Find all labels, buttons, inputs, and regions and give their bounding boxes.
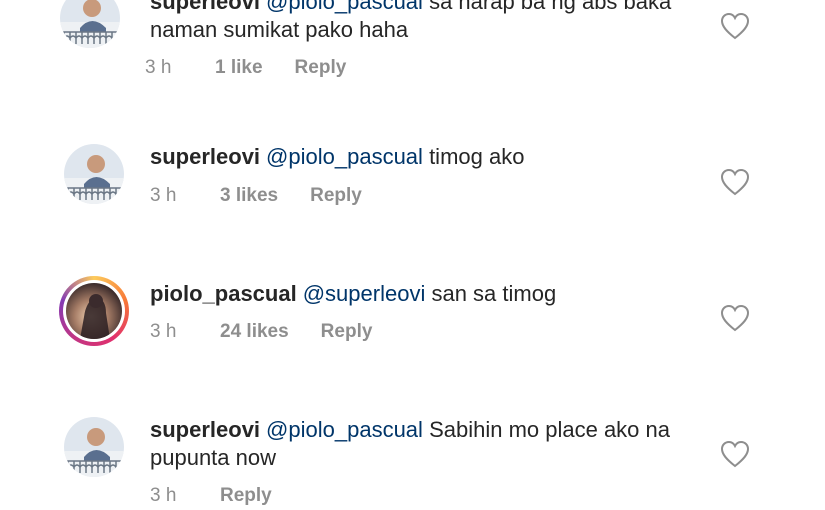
comment-meta: 3 h 3 likes Reply xyxy=(150,184,362,208)
comment-text: superleovi @piolo_pascual sa harap ba ng … xyxy=(150,0,710,44)
comment-text: superleovi @piolo_pascual Sabihin mo plac… xyxy=(150,416,710,472)
comment-time: 3 h xyxy=(150,485,177,506)
reply-button[interactable]: Reply xyxy=(310,184,362,208)
comment-mention[interactable]: @piolo_pascual xyxy=(266,144,423,169)
comment-username[interactable]: superleovi xyxy=(150,417,260,442)
comment-meta: 3 h Reply xyxy=(150,484,272,508)
comment-username[interactable]: piolo_pascual xyxy=(150,281,297,306)
avatar-story-ring[interactable] xyxy=(59,276,129,346)
comment-body: timog ako xyxy=(429,144,525,169)
comment-time: 3 h xyxy=(145,57,172,78)
user-photo-icon xyxy=(64,144,124,204)
reply-button[interactable]: Reply xyxy=(295,56,347,80)
comment-likes[interactable]: 24 likes xyxy=(220,320,289,344)
user-photo-icon xyxy=(66,283,122,339)
comment-username[interactable]: superleovi xyxy=(150,144,260,169)
comment-time: 3 h xyxy=(150,185,177,206)
comment-time: 3 h xyxy=(150,321,177,342)
comment-mention[interactable]: @superleovi xyxy=(303,281,426,306)
heart-outline-icon[interactable] xyxy=(720,304,750,332)
comment-meta: 3 h 24 likes Reply xyxy=(150,320,372,344)
reply-button[interactable]: Reply xyxy=(220,484,272,508)
comment-likes[interactable]: 3 likes xyxy=(220,184,278,208)
comment-username[interactable]: superleovi xyxy=(150,0,260,14)
comment-mention[interactable]: @piolo_pascual xyxy=(266,0,423,14)
heart-outline-icon[interactable] xyxy=(720,168,750,196)
user-photo-icon xyxy=(60,0,120,48)
avatar[interactable] xyxy=(64,144,124,204)
comment-text: superleovi @piolo_pascual timog ako xyxy=(150,143,710,171)
avatar[interactable] xyxy=(60,0,120,48)
comment-text: piolo_pascual @superleovi san sa timog xyxy=(150,280,710,308)
comment-mention[interactable]: @piolo_pascual xyxy=(266,417,423,442)
user-photo-icon xyxy=(64,417,124,477)
reply-button[interactable]: Reply xyxy=(321,320,373,344)
heart-outline-icon[interactable] xyxy=(720,12,750,40)
heart-outline-icon[interactable] xyxy=(720,440,750,468)
comment-likes[interactable]: 1 like xyxy=(215,56,263,80)
avatar[interactable] xyxy=(64,417,124,477)
comment-body: san sa timog xyxy=(431,281,557,306)
comment-meta: 3 h 1 like Reply xyxy=(145,56,346,80)
